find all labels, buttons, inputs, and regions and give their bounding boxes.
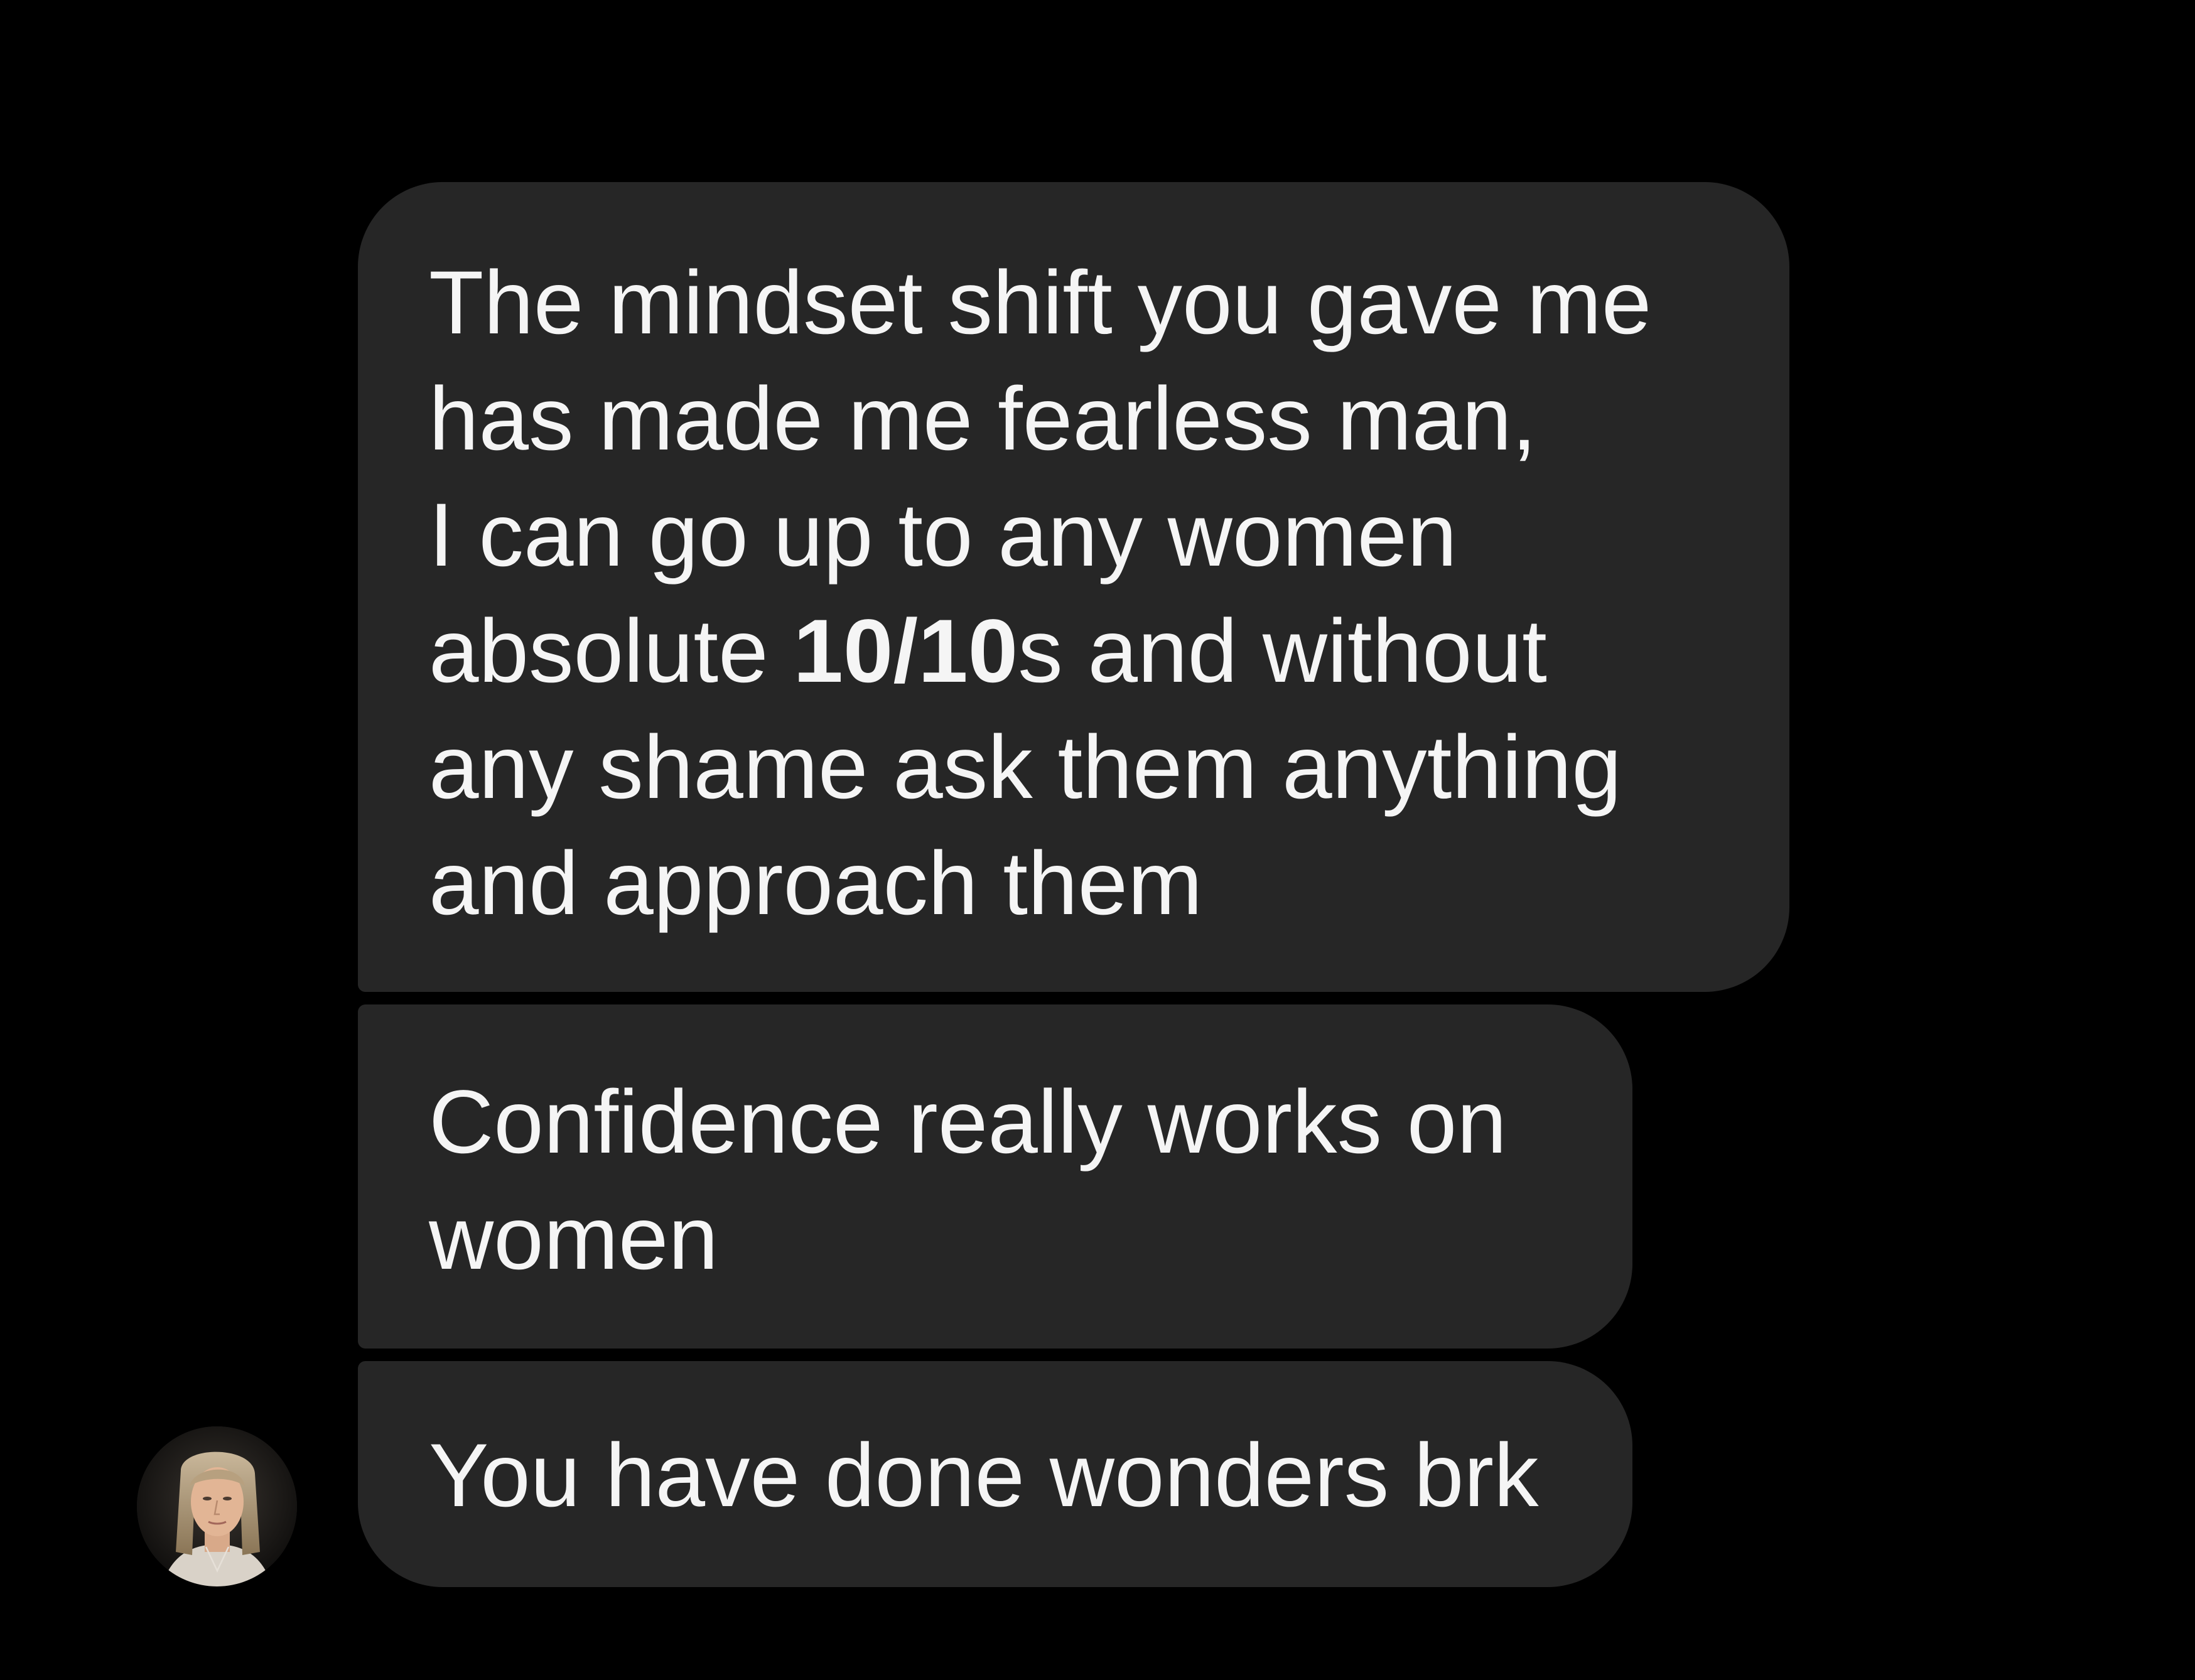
message-line: any shame ask them anything bbox=[429, 718, 1622, 817]
message-line: has made me fearless man, bbox=[429, 369, 1537, 469]
message-line: I can go up to any women bbox=[429, 485, 1457, 585]
message-text: absolute bbox=[429, 601, 794, 701]
chat-thread: The mindset shift you gave me has made m… bbox=[0, 0, 2195, 1680]
user-avatar-icon bbox=[137, 1426, 297, 1586]
message-line: absolute 10/10s and without bbox=[429, 593, 1789, 709]
message-line: You have done wonders brk bbox=[429, 1426, 1539, 1526]
incoming-message-1[interactable]: The mindset shift you gave me has made m… bbox=[358, 182, 1789, 992]
bold-rating-text: 10/10 bbox=[793, 601, 1018, 701]
incoming-message-2[interactable]: Confidence really works on women bbox=[358, 1004, 1632, 1349]
message-text: s and without bbox=[1018, 601, 1547, 701]
message-line: The mindset shift you gave me bbox=[429, 253, 1652, 353]
message-line: and approach them bbox=[429, 834, 1203, 934]
incoming-message-3[interactable]: You have done wonders brk bbox=[358, 1361, 1632, 1587]
sender-avatar[interactable] bbox=[137, 1426, 297, 1586]
message-line: women bbox=[429, 1188, 718, 1288]
message-line: Confidence really works on bbox=[429, 1072, 1507, 1172]
